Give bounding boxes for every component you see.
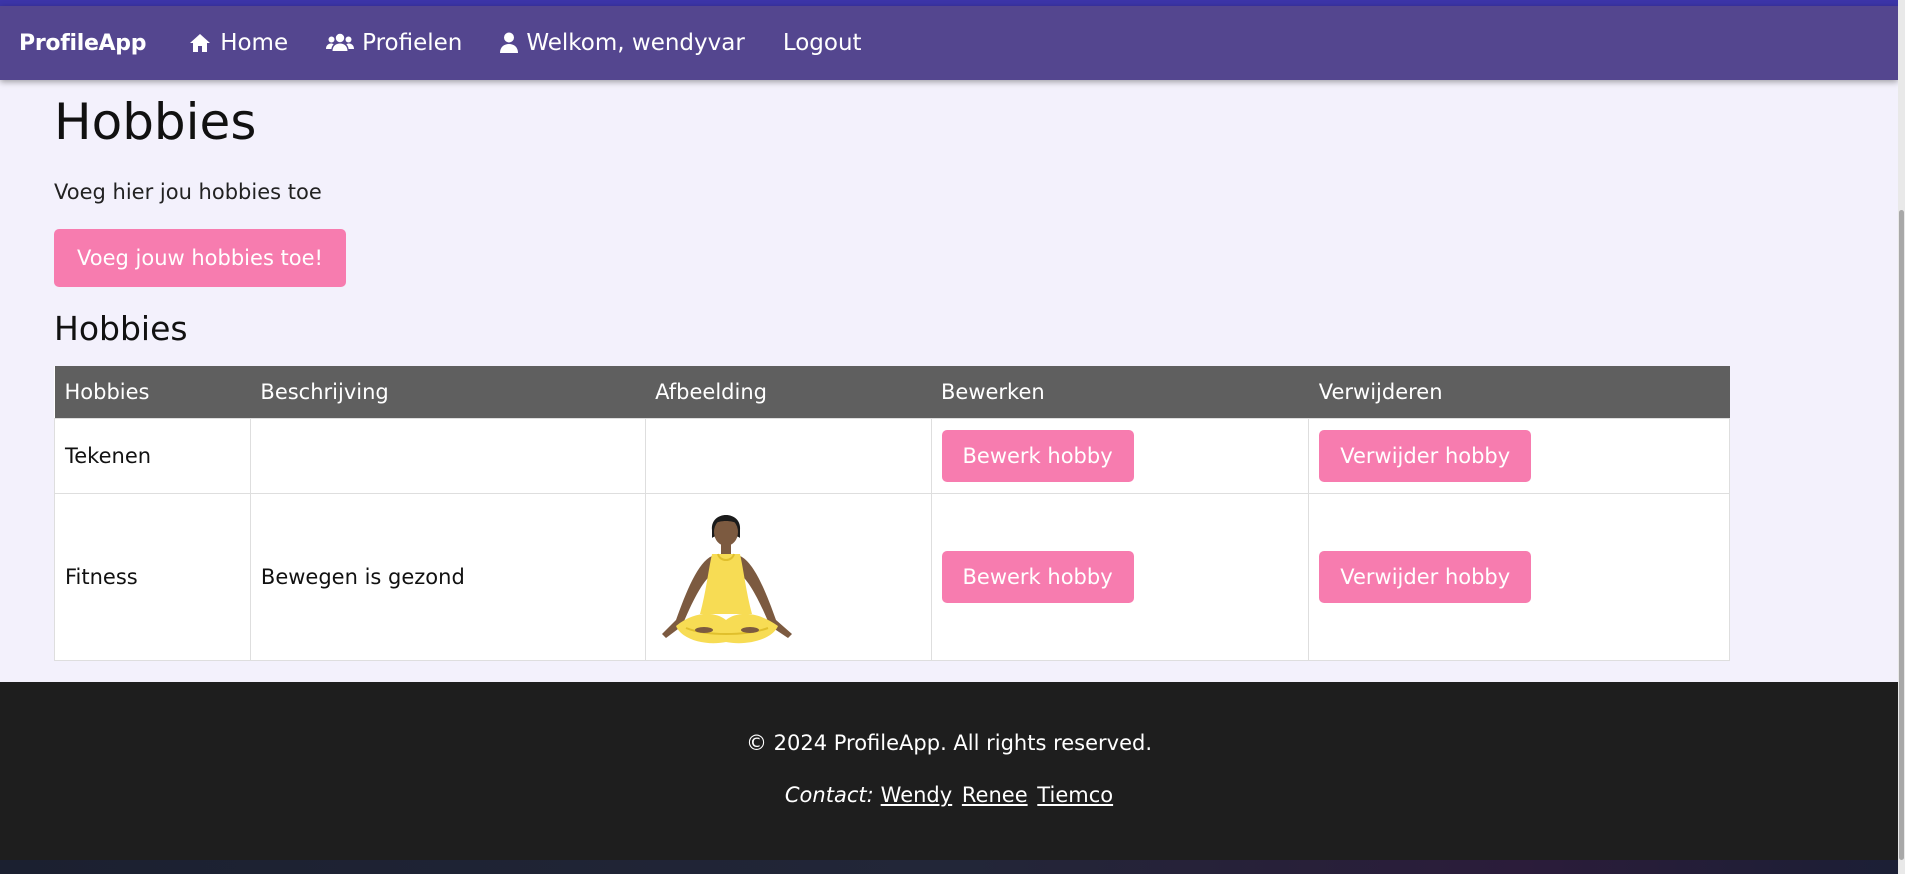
edit-cell: Bewerk hobby: [930, 417, 1310, 494]
hobby-name: Fitness: [54, 492, 251, 661]
contact-link-renee[interactable]: Renee: [962, 783, 1028, 807]
users-icon: [326, 31, 355, 55]
main-content: Hobbies Voeg hier jou hobbies toe Voeg j…: [54, 80, 1730, 661]
contact-label: Contact:: [784, 783, 874, 807]
page-title: Hobbies: [54, 93, 257, 151]
nav-welcome-link[interactable]: Welkom, wendyvar: [500, 30, 745, 56]
brand-link[interactable]: ProfileApp: [19, 31, 146, 56]
nav-welcome-label: Welkom, wendyvar: [526, 30, 745, 56]
hobbies-table: Hobbies Beschrijving Afbeelding Bewerken…: [54, 366, 1730, 661]
header-delete: Verwijderen: [1308, 366, 1730, 418]
hobby-name: Tekenen: [54, 417, 251, 494]
delete-hobby-button[interactable]: Verwijder hobby: [1319, 429, 1532, 482]
os-taskbar: [0, 860, 1905, 874]
edit-hobby-button[interactable]: Bewerk hobby: [941, 550, 1134, 603]
edit-hobby-button[interactable]: Bewerk hobby: [941, 429, 1134, 482]
delete-hobby-button[interactable]: Verwijder hobby: [1319, 550, 1532, 603]
hobby-image-cell: [644, 492, 932, 661]
header-image: Afbeelding: [645, 366, 931, 418]
nav-logout-link[interactable]: Logout: [783, 30, 862, 56]
header-edit: Bewerken: [931, 366, 1309, 418]
footer: © 2024 ProfileApp. All rights reserved. …: [0, 682, 1898, 860]
hobby-description: [249, 417, 646, 494]
nav-home-label: Home: [220, 30, 289, 56]
yoga-woman-image: [661, 514, 792, 643]
page-scrollbar[interactable]: [1898, 0, 1905, 874]
section-title: Hobbies: [54, 309, 188, 348]
intro-text: Voeg hier jou hobbies toe: [54, 180, 322, 204]
scrollbar-thumb[interactable]: [1899, 210, 1904, 860]
add-hobbies-button[interactable]: Voeg jouw hobbies toe!: [54, 229, 346, 287]
table-header-row: Hobbies Beschrijving Afbeelding Bewerken…: [54, 366, 1730, 418]
nav-logout-label: Logout: [782, 30, 862, 56]
nav-profiles-label: Profielen: [362, 30, 463, 56]
copyright-text: © 2024 ProfileApp. All rights reserved.: [745, 731, 1153, 755]
delete-cell: Verwijder hobby: [1308, 417, 1730, 494]
header-hobbies: Hobbies: [54, 366, 251, 418]
home-icon: [188, 31, 212, 55]
contact-line: Contact: Wendy Renee Tiemco: [0, 783, 1898, 807]
table-row: Tekenen Bewerk hobby Verwijder hobby: [54, 417, 1730, 494]
contact-link-tiemco[interactable]: Tiemco: [1037, 783, 1113, 807]
hobby-description: Bewegen is gezond: [249, 492, 646, 661]
nav-profiles-link[interactable]: Profielen: [326, 30, 462, 56]
user-icon: [500, 31, 519, 55]
edit-cell: Bewerk hobby: [930, 492, 1310, 661]
delete-cell: Verwijder hobby: [1308, 492, 1730, 661]
hobby-image-cell: [644, 417, 932, 494]
nav-home-link[interactable]: Home: [188, 30, 288, 56]
header-description: Beschrijving: [250, 366, 646, 418]
navbar: ProfileApp Home Profielen Welkom, wendyv…: [0, 6, 1898, 80]
contact-link-wendy[interactable]: Wendy: [881, 783, 953, 807]
table-row: Fitness Bewegen is gezond Bewerk hobby V…: [54, 492, 1730, 661]
